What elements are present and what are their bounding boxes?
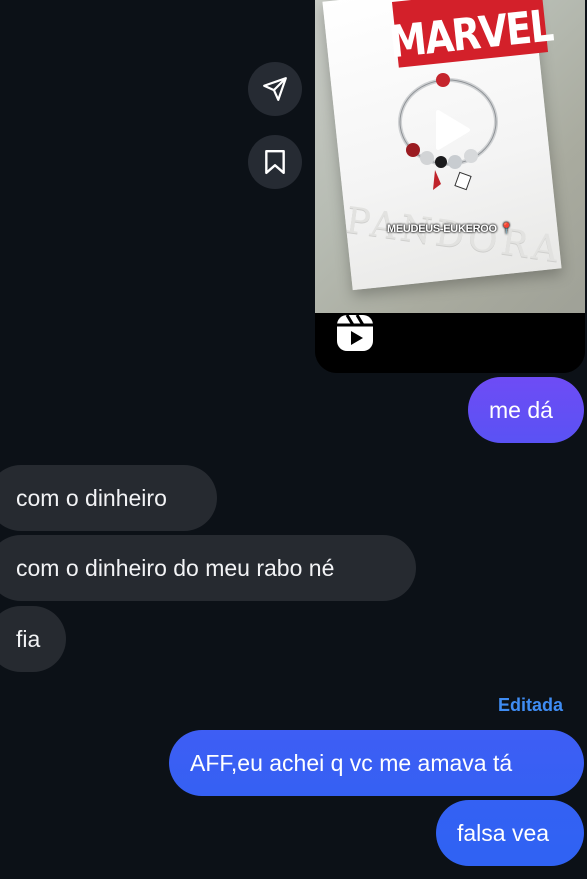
reel-caption: MEUDEUS-EUKEROO 📍 [387,223,513,235]
message-bubble-outgoing[interactable]: AFF,eu achei q vc me amava tá [169,730,584,796]
share-button[interactable] [248,62,302,116]
reels-icon [337,314,373,351]
edited-label: Editada [497,695,563,715]
message-bubble-outgoing[interactable]: me dá [468,377,584,443]
message-bubble-incoming[interactable]: fia [0,606,66,672]
save-button[interactable] [248,135,302,189]
reel-thumbnail[interactable]: MARVEL PANDORA MEUDEUS-EUKEROO 📍 [315,0,585,313]
reel-footer [315,313,585,373]
message-bubble-outgoing[interactable]: falsa vea [436,800,584,866]
reel-preview[interactable]: MARVEL PANDORA MEUDEUS-EUKEROO 📍 [315,0,585,373]
message-bubble-incoming[interactable]: com o dinheiro [0,465,217,531]
play-icon[interactable] [426,106,474,154]
message-bubble-incoming[interactable]: com o dinheiro do meu rabo né [0,535,416,601]
send-icon [263,77,287,101]
bookmark-icon [265,149,285,175]
